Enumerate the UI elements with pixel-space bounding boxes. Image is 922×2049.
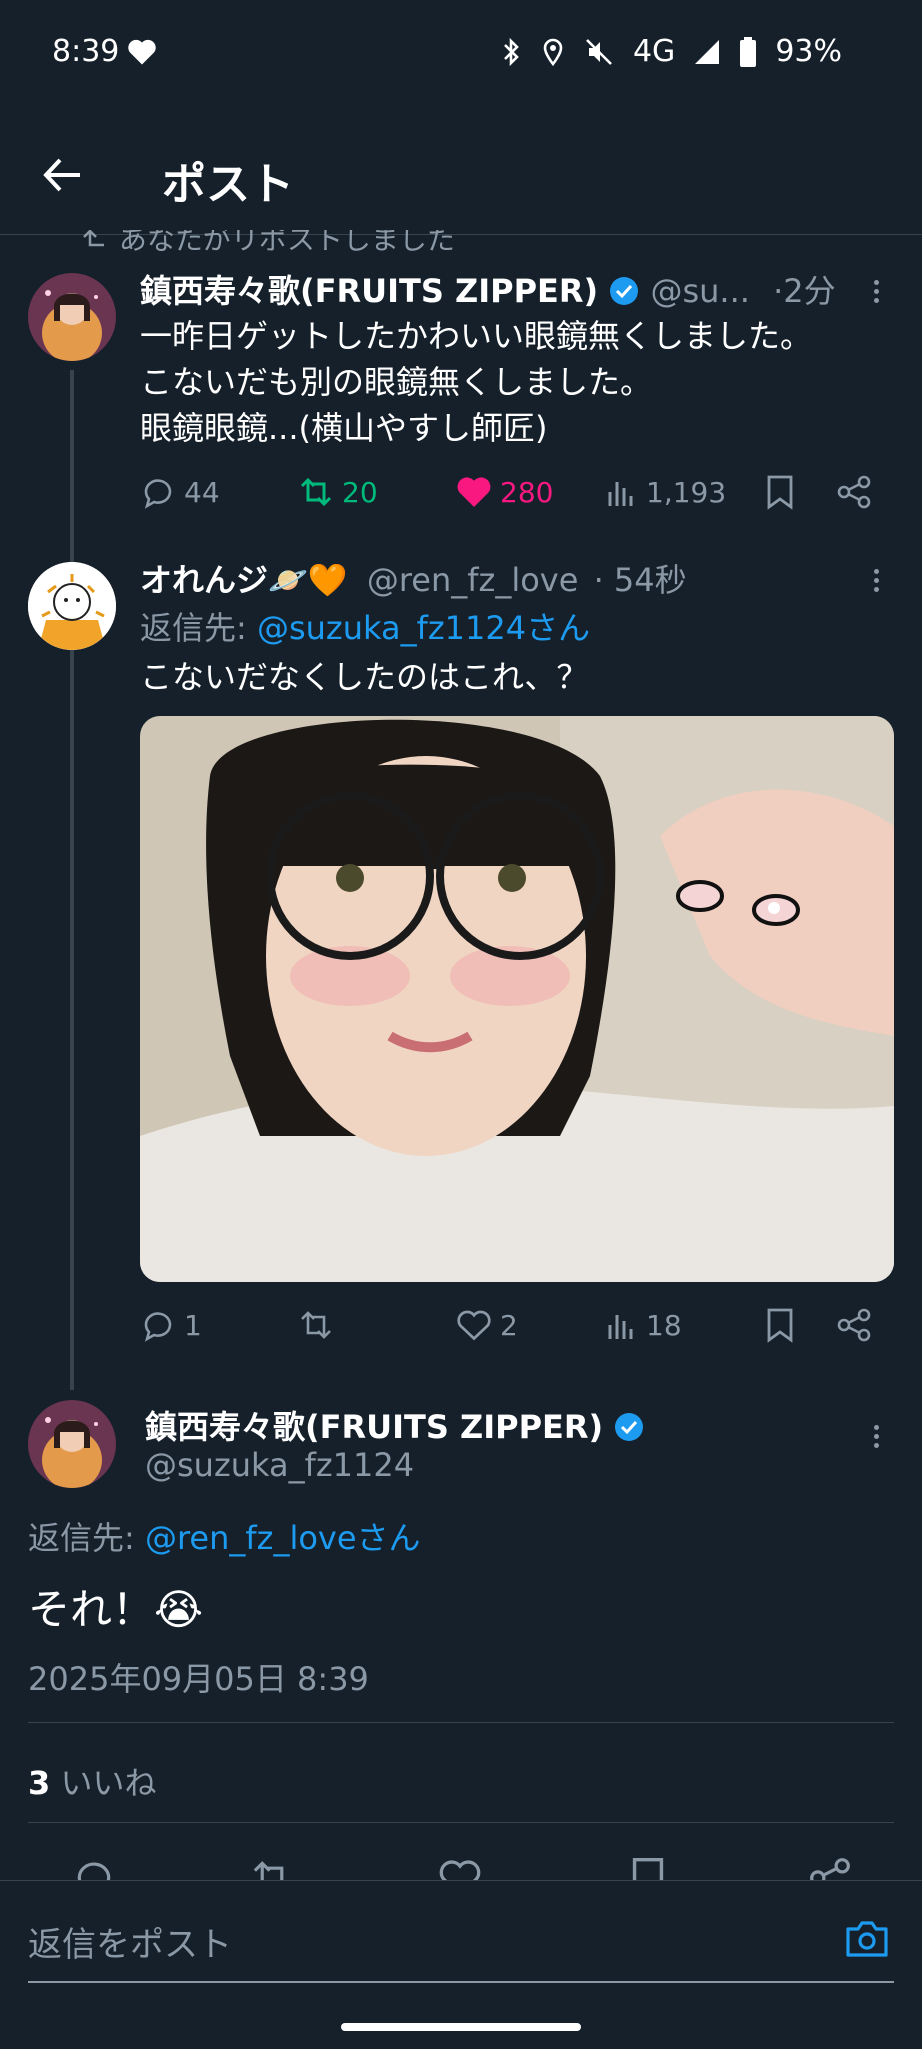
like-filled-icon [457,477,491,507]
reply-to-link[interactable]: @suzuka_fz1124さん [257,609,590,647]
thread-connector [70,370,74,1390]
avatar-image [28,562,116,650]
author-name: オれんジ [140,561,269,599]
like-button[interactable]: 280 [456,474,553,510]
repost-button[interactable] [298,1307,334,1343]
home-indicator [341,2023,581,2031]
heart-status-icon [128,39,156,65]
page-title: ポスト [162,159,294,210]
main-tweet-text: それ！😭 [28,1585,204,1634]
battery-icon [740,36,757,67]
main-author-handle[interactable]: @suzuka_fz1124 [145,1446,414,1484]
share-icon[interactable] [836,1307,872,1343]
verified-badge-icon [615,1413,644,1441]
views-count: 18 [646,1308,682,1342]
author-handle: @ren_fz_love [366,561,579,599]
like-icon[interactable] [438,1856,482,1880]
reply-prefix: 返信先: [28,1519,145,1557]
like-count: 280 [500,475,554,509]
tweet-line: こないだも別の眼鏡無くしました。 [140,363,653,401]
like-icon [457,1310,491,1341]
author-name: 鎮西寿々歌(FRUITS ZIPPER) [140,272,599,310]
avatar[interactable] [28,1400,116,1488]
like-count: 2 [500,1308,518,1342]
tweet1-author[interactable]: 鎮西寿々歌(FRUITS ZIPPER) @su... ·2分 [140,266,836,312]
tweet2-text: こないだなくしたのはこれ、？ [140,658,589,696]
reply-count: 1 [184,1308,202,1342]
camera-icon[interactable] [844,1919,890,1959]
author-name-emoji: 🪐🧡 [268,561,348,599]
views-button[interactable]: 18 [606,1307,682,1343]
status-right: 4G 93% [499,34,842,69]
avatar-image [28,273,116,361]
reply-icon [144,1312,172,1342]
status-bar: 8:39 4G 93% [0,0,922,110]
photo-image [140,716,894,1282]
status-time: 8:39 [52,34,120,69]
signal-icon [695,39,720,64]
reply-context: 返信先: @ren_fz_loveさん [28,1513,421,1559]
bookmark-icon[interactable] [628,1856,668,1880]
repost-icon [300,477,332,507]
reply-context: 返信先: @suzuka_fz1124さん [140,603,590,649]
tweet-time: · 54秒 [593,561,687,599]
location-icon [543,38,563,66]
bookmark-icon[interactable] [764,1307,796,1343]
author-name: 鎮西寿々歌(FRUITS ZIPPER) [145,1408,604,1446]
main-author-name[interactable]: 鎮西寿々歌(FRUITS ZIPPER) [145,1402,644,1448]
bookmark-icon[interactable] [764,474,796,510]
share-icon[interactable] [808,1856,852,1880]
repost-button[interactable]: 20 [298,474,378,510]
tweet2-author[interactable]: オれんジ🪐🧡 @ren_fz_love · 54秒 [140,555,687,601]
views-count: 1,193 [646,475,727,509]
views-icon [608,1315,633,1339]
avatar-image [28,1400,116,1488]
likes-label: いいね [60,1764,157,1802]
share-icon[interactable] [836,474,872,510]
battery-percent: 93% [775,34,842,69]
main-actions-bar [0,1850,922,1880]
network-label: 4G [632,34,676,69]
tweet-photo[interactable] [140,716,894,1282]
likes-summary[interactable]: 3 いいね [28,1758,156,1804]
author-handle: @su... [650,272,750,310]
divider [28,1822,894,1823]
verified-badge-icon [610,277,639,305]
reply-icon [144,479,172,509]
views-icon [608,482,633,506]
likes-count: 3 [28,1764,51,1802]
reply-button[interactable]: 1 [140,1307,202,1343]
more-options-icon[interactable] [874,1421,880,1452]
top-app-bar: ポスト [0,110,922,235]
mute-icon [586,38,612,65]
reply-button[interactable]: 44 [140,474,220,510]
back-arrow-icon[interactable] [38,150,88,200]
divider [28,1722,894,1723]
repost-icon [301,1311,331,1339]
repost-small-icon [83,230,104,247]
bluetooth-icon [504,37,519,66]
tweet-timestamp: 2025年09月05日 8:39 [28,1660,369,1698]
tweet-line: 一昨日ゲットしたかわいい眼鏡無くしました。 [140,317,813,355]
reply-prefix: 返信先: [140,609,257,647]
reply-to-link[interactable]: @ren_fz_loveさん [145,1519,421,1557]
reply-input[interactable]: 返信をポスト [28,1917,808,1966]
repost-icon[interactable] [250,1856,294,1880]
like-button[interactable]: 2 [456,1307,518,1343]
tweet-time: ·2分 [773,272,836,310]
views-button[interactable]: 1,193 [606,474,726,510]
more-options-icon[interactable] [874,565,880,596]
reply-count: 44 [184,475,220,509]
avatar[interactable] [28,562,116,650]
tweet1-text: 一昨日ゲットしたかわいい眼鏡無くしました。 こないだも別の眼鏡無くしました。 眼… [140,313,900,451]
repost-count: 20 [342,475,378,509]
reply-input-underline [28,1981,894,1983]
more-options-icon[interactable] [874,276,880,307]
tweet-line: 眼鏡眼鏡...(横山やすし師匠) [140,409,548,447]
reply-composer: 返信をポスト [0,1880,922,2049]
avatar[interactable] [28,273,116,361]
reply-icon[interactable] [72,1856,116,1880]
